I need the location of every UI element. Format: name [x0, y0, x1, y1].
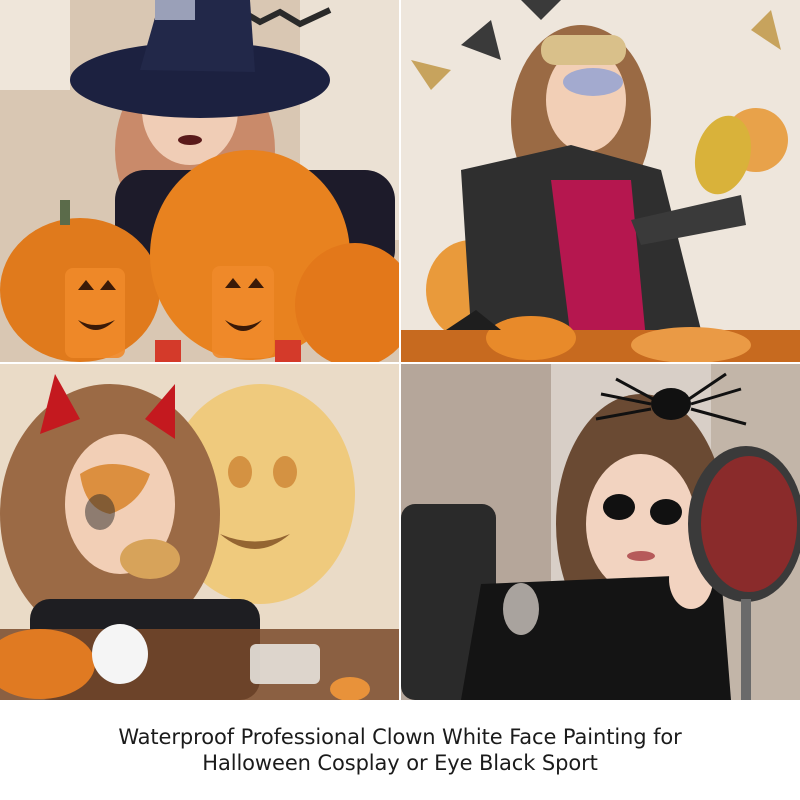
caption-line-1: Waterproof Professional Clown White Face…: [118, 725, 682, 749]
photo-grid: [0, 0, 800, 700]
product-caption: Waterproof Professional Clown White Face…: [0, 700, 800, 800]
photo-devil-girl-face-paint: [0, 364, 399, 700]
caption-line-2: Halloween Cosplay or Eye Black Sport: [202, 751, 598, 775]
photo-witch-with-pumpkins: [0, 0, 399, 362]
photo-girl-with-mirror: [401, 0, 800, 362]
photo-spider-girl-mirror: [401, 364, 800, 700]
